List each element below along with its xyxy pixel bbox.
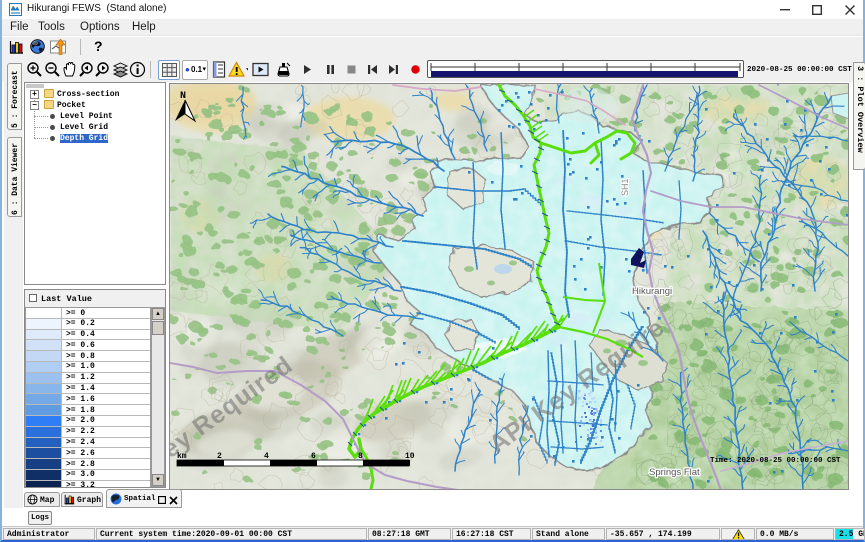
svg-text:Time: 2020-08-25 00:00:00 CST: Time: 2020-08-25 00:00:00 CST (710, 457, 841, 465)
svg-text:Springs Flat: Springs Flat (649, 467, 700, 478)
svg-text:SH1: SH1 (620, 178, 630, 196)
svg-text:Hikurangi: Hikurangi (632, 286, 672, 297)
